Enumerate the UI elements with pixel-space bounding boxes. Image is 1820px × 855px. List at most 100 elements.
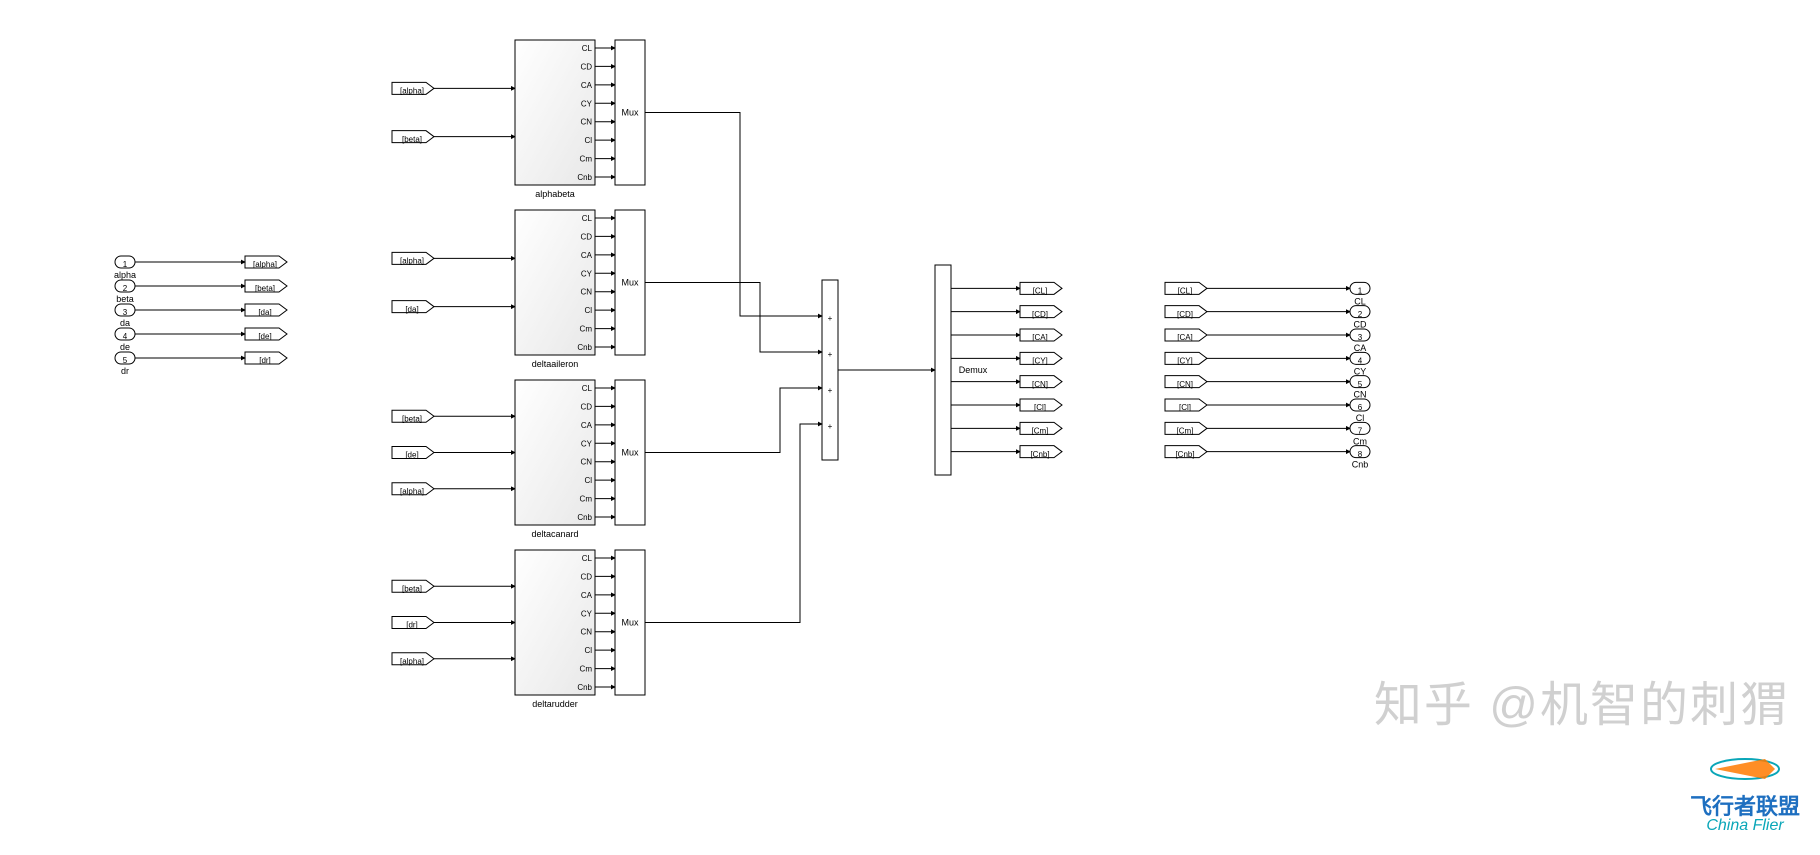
from-tag-label: [alpha] (400, 256, 424, 265)
subsys-outport-label: CA (581, 81, 593, 90)
inport-number: 1 (123, 260, 128, 269)
outport-label: CY (1354, 366, 1367, 376)
goto-tag-label: [Cnb] (1030, 450, 1049, 459)
inport-label: beta (116, 294, 134, 304)
sum-sign: + (828, 386, 833, 395)
sum-sign: + (828, 314, 833, 323)
subsystem-label: alphabeta (535, 189, 575, 199)
from-tag-label: [Cnb] (1175, 450, 1194, 459)
from-tag-label: [da] (405, 305, 418, 314)
outport-number: 7 (1358, 426, 1363, 435)
goto-tag-label: [Cm] (1032, 426, 1049, 435)
outport-number: 1 (1358, 286, 1363, 295)
outport-number: 6 (1358, 403, 1363, 412)
subsys-outport-label: Cl (584, 136, 592, 145)
goto-tag-label: [CN] (1032, 380, 1048, 389)
subsys-outport-label: Cl (584, 646, 592, 655)
signal-line (645, 113, 822, 317)
goto-tag-label: [CA] (1032, 333, 1048, 342)
inport-number: 4 (123, 332, 128, 341)
subsys-outport-label: Cm (580, 665, 593, 674)
subsys-outport-label: CD (580, 62, 592, 71)
signal-line (645, 283, 822, 353)
from-tag-label: [beta] (402, 414, 422, 423)
demux-label: Demux (959, 365, 988, 375)
subsys-outport-label: CL (582, 554, 593, 563)
outport-label: CD (1354, 320, 1367, 330)
from-tag-label: [alpha] (400, 657, 424, 666)
goto-tag-label: [dr] (259, 356, 271, 365)
subsys-outport-label: Cnb (577, 513, 592, 522)
subsys-outport-label: CN (580, 458, 592, 467)
inport-number: 3 (123, 308, 128, 317)
subsys-outport-label: Cl (584, 306, 592, 315)
sum-sign: + (828, 350, 833, 359)
outport-number: 2 (1358, 310, 1363, 319)
sum-block[interactable] (822, 280, 838, 460)
subsys-outport-label: Cnb (577, 343, 592, 352)
subsys-outport-label: CY (581, 269, 593, 278)
signal-line (645, 388, 822, 453)
simulink-diagram[interactable]: 1alpha[alpha]2beta[beta]3da[da]4de[de]5d… (0, 0, 1820, 855)
goto-tag-label: [CY] (1032, 356, 1048, 365)
outport-label: CN (1354, 390, 1367, 400)
subsys-outport-label: CY (581, 439, 593, 448)
outport-number: 4 (1358, 356, 1363, 365)
subsys-outport-label: CD (580, 232, 592, 241)
subsys-outport-label: CD (580, 572, 592, 581)
goto-tag-label: [de] (258, 332, 271, 341)
subsys-outport-label: Cnb (577, 173, 592, 182)
subsys-outport-label: Cm (580, 155, 593, 164)
inport-number: 5 (123, 356, 128, 365)
from-tag-label: [alpha] (400, 487, 424, 496)
from-tag-label: [CD] (1177, 310, 1193, 319)
from-tag-label: [CY] (1177, 356, 1193, 365)
from-tag-label: [de] (405, 451, 418, 460)
inport-label: da (120, 318, 130, 328)
mux-label: Mux (621, 448, 639, 458)
inport-number: 2 (123, 284, 128, 293)
subsys-outport-label: Cnb (577, 683, 592, 692)
subsys-outport-label: CL (582, 44, 593, 53)
from-tag-label: [Cm] (1177, 426, 1194, 435)
subsystem-label: deltarudder (532, 699, 578, 709)
signal-line (645, 424, 822, 623)
outport-label: Cm (1353, 436, 1367, 446)
subsys-outport-label: CN (580, 118, 592, 127)
subsystem-label: deltacanard (531, 529, 578, 539)
inport-label: alpha (114, 270, 136, 280)
from-tag-label: [CA] (1177, 333, 1193, 342)
subsys-outport-label: CN (580, 288, 592, 297)
from-tag-label: [Cl] (1179, 403, 1191, 412)
subsys-outport-label: Cm (580, 495, 593, 504)
subsys-outport-label: CA (581, 251, 593, 260)
mux-label: Mux (621, 108, 639, 118)
goto-tag-label: [Cl] (1034, 403, 1046, 412)
goto-tag-label: [da] (258, 308, 271, 317)
from-tag-label: [beta] (402, 584, 422, 593)
subsys-outport-label: CD (580, 402, 592, 411)
sum-sign: + (828, 422, 833, 431)
subsys-outport-label: CL (582, 384, 593, 393)
from-tag-label: [alpha] (400, 86, 424, 95)
from-tag-label: [beta] (402, 135, 422, 144)
inport-label: dr (121, 366, 129, 376)
from-tag-label: [dr] (406, 621, 418, 630)
from-tag-label: [CN] (1177, 380, 1193, 389)
goto-tag-label: [CL] (1033, 286, 1048, 295)
mux-label: Mux (621, 278, 639, 288)
outport-number: 3 (1358, 333, 1363, 342)
subsys-outport-label: CN (580, 628, 592, 637)
subsystem-label: deltaaileron (532, 359, 579, 369)
subsys-outport-label: CY (581, 99, 593, 108)
outport-label: CL (1354, 296, 1366, 306)
goto-tag-label: [beta] (255, 284, 275, 293)
outport-label: Cl (1356, 413, 1365, 423)
goto-tag-label: [alpha] (253, 260, 277, 269)
subsys-outport-label: CY (581, 609, 593, 618)
demux-block[interactable] (935, 265, 951, 475)
inport-label: de (120, 342, 130, 352)
outport-number: 8 (1358, 450, 1363, 459)
mux-label: Mux (621, 618, 639, 628)
outport-label: Cnb (1352, 460, 1369, 470)
